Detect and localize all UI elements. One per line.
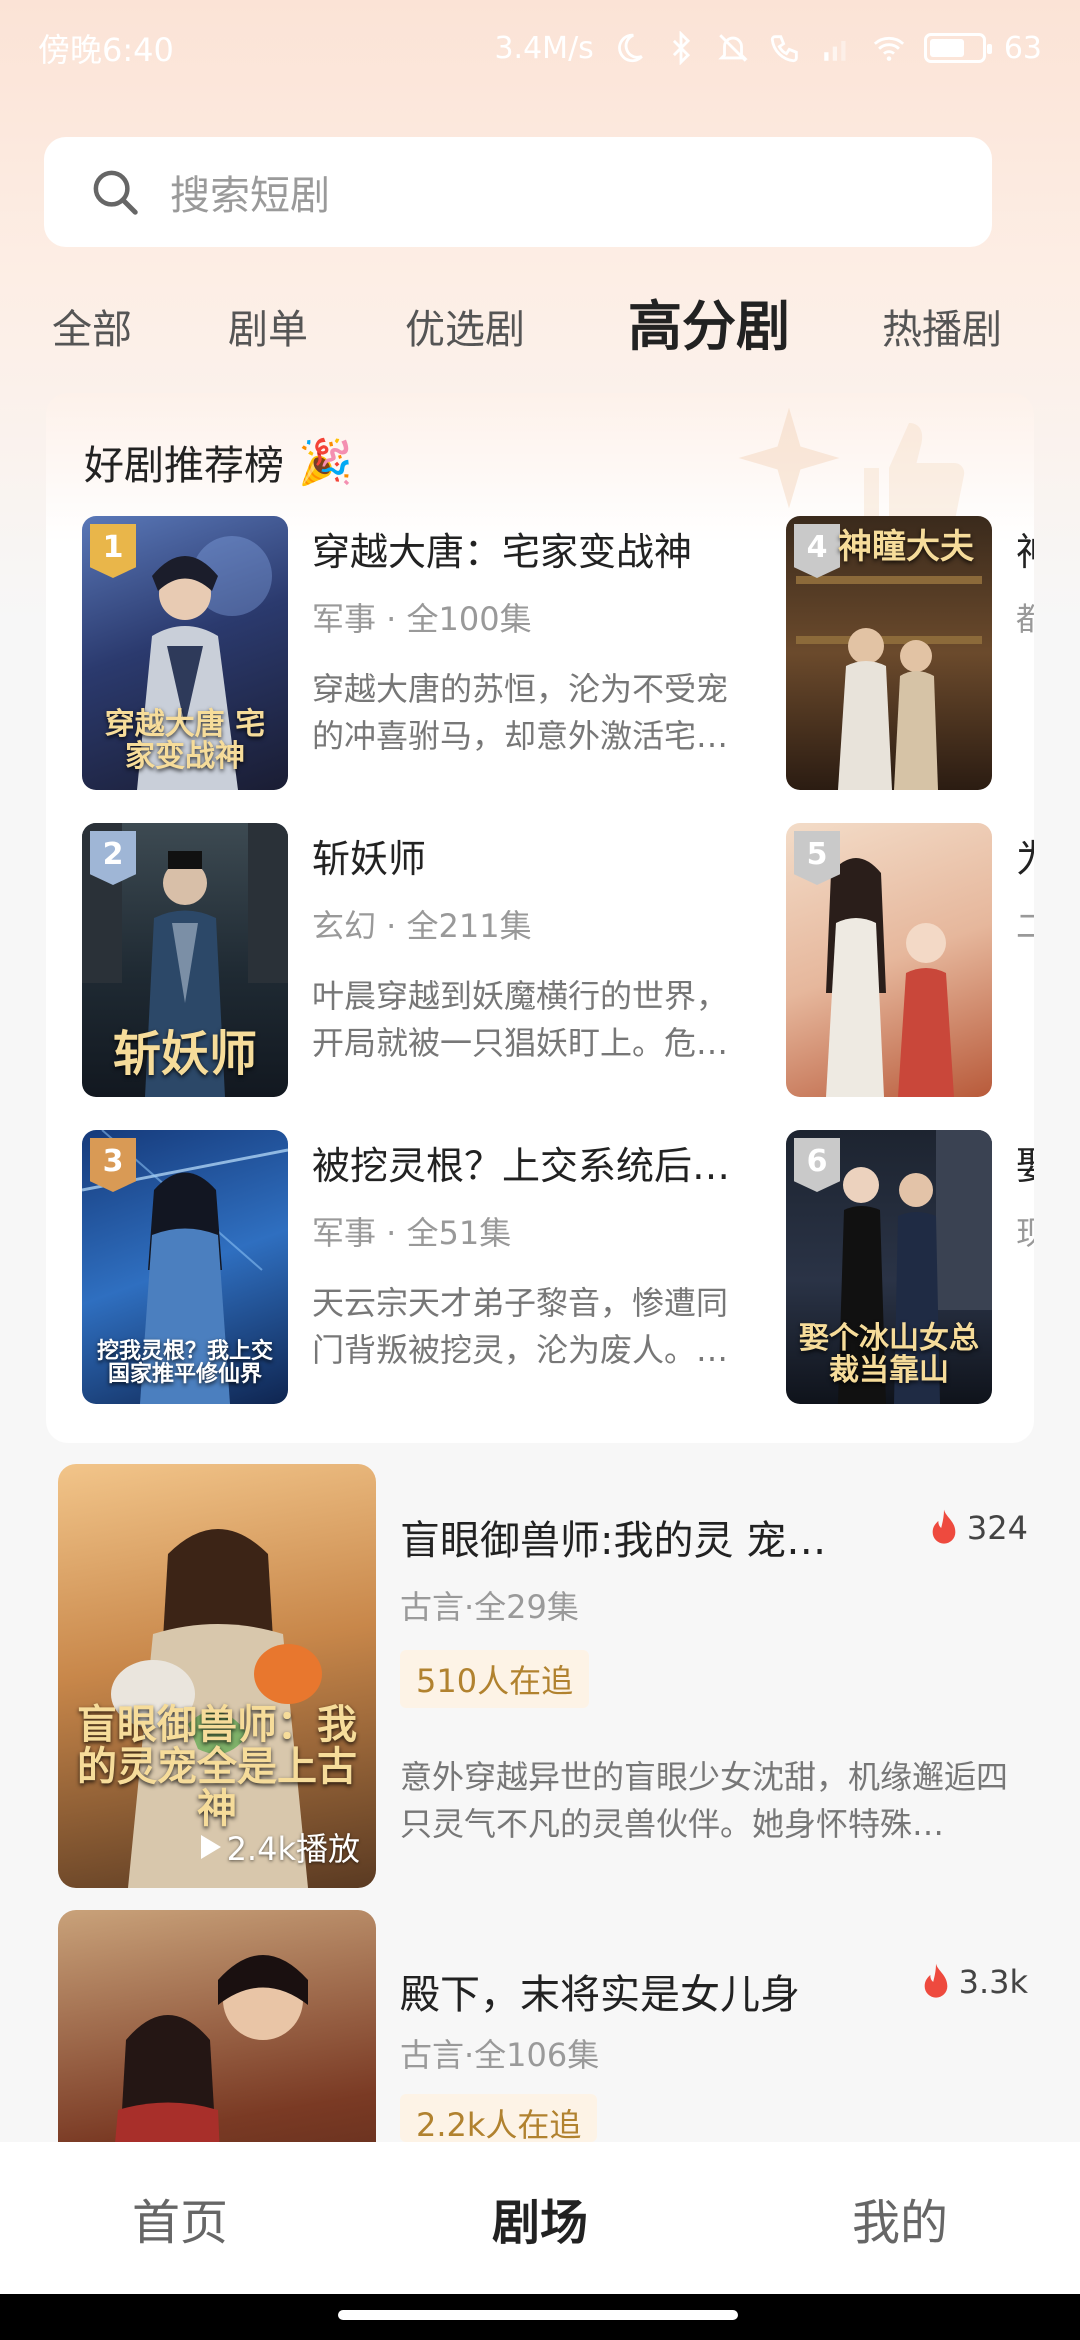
drama-desc-2: 叶晨穿越到妖魔横行的世界，开局就被一只猖妖盯上。危…	[312, 977, 729, 1062]
drama-cover-2[interactable]: 2 斩妖师	[82, 823, 288, 1097]
drama-desc-1: 穿越大唐的苏恒，沦为不受宠的冲喜驸马，却意外激活宅…	[312, 670, 729, 755]
drama-meta-6: 现	[1016, 1214, 1034, 1252]
ranking-title: 好剧推荐榜 🎉	[84, 433, 353, 491]
drama-meta-4: 都	[1016, 600, 1034, 638]
drama-name-3: 被挖灵根？上交系统后…	[312, 1144, 731, 1188]
drama-meta-3: 军事 · 全51集	[312, 1214, 512, 1252]
rank-info-1[interactable]: 穿越大唐：宅家变战神 军事 · 全100集 穿越大唐的苏恒，沦为不受宠的冲喜驸马…	[312, 521, 742, 760]
cover-title-1: 穿越大唐 宅家变战神	[104, 707, 266, 774]
mute-icon	[718, 34, 748, 62]
bluetooth-icon	[672, 31, 690, 65]
status-time: 傍晚6:40	[38, 31, 174, 69]
wifi-icon	[873, 36, 904, 61]
search-bar[interactable]: 搜索短剧	[44, 137, 992, 247]
rank-info-2[interactable]: 斩妖师 玄幻 · 全211集 叶晨穿越到妖魔横行的世界，开局就被一只猖妖盯上。危…	[312, 828, 742, 1067]
ranking-card: 好剧推荐榜 🎉 1 穿越大唐 宅家变战神 穿越大唐：宅家变战神 军事 · 全10…	[46, 393, 1034, 1443]
battery-level: 63	[1003, 30, 1042, 66]
feed-item-2[interactable]: 殿下，末将实是女儿身 3.3k 古言·全106集 2.2k人在追	[58, 1910, 1028, 2334]
drama-desc-3: 天云宗天才弟子黎音，惨遭同门背叛被挖灵，沦为废人。…	[312, 1284, 729, 1369]
drama-name-1: 穿越大唐：宅家变战神	[312, 530, 693, 574]
status-icons: 3.4M/s 63	[494, 31, 1042, 66]
hot-score-text-1: 324	[966, 1509, 1028, 1547]
rank-info-6[interactable]: 娶 现	[1016, 1135, 1034, 1255]
category-tabs: 全部 剧单 优选剧 高分剧 热播剧	[0, 285, 1080, 365]
feed-item-1[interactable]: 盲眼御兽师：我的灵宠全是上古神 2.4k播放 盲眼御兽师:我的灵 宠… 324 …	[58, 1464, 1028, 1888]
tab-playlist[interactable]: 剧单	[228, 297, 308, 355]
drama-name-5: 为	[1016, 828, 1034, 883]
drama-name-6: 娶	[1016, 1135, 1034, 1190]
ranking-title-text: 好剧推荐榜	[84, 443, 284, 489]
party-popper-icon: 🎉	[298, 437, 353, 488]
rank-badge-6: 6	[794, 1138, 840, 1192]
cover-title-4: 神瞳大夫	[838, 527, 974, 567]
feed-title-2: 殿下，末将实是女儿身	[400, 1972, 800, 2018]
cover-title-3: 挖我灵根？我上交国家推平修仙界	[96, 1337, 273, 1387]
rank-info-3[interactable]: 被挖灵根？上交系统后… 军事 · 全51集 天云宗天才弟子黎音，惨遭同门背叛被挖…	[312, 1135, 742, 1374]
bottom-nav: 首页 剧场 我的	[0, 2142, 1080, 2294]
call-icon	[770, 35, 798, 63]
play-icon	[200, 1835, 221, 1859]
moon-icon	[617, 33, 643, 63]
follow-count-tag-1: 510人在追	[400, 1650, 590, 1708]
hot-score-text-2: 3.3k	[958, 1963, 1028, 2001]
cover-title-6: 娶个冰山女总裁当靠山	[799, 1321, 979, 1388]
feed-cover-title-1: 盲眼御兽师：我的灵宠全是上古神	[77, 1701, 357, 1832]
drama-name-4: 神	[1016, 521, 1034, 576]
drama-meta-1: 军事 · 全100集	[312, 600, 532, 638]
network-speed: 3.4M/s	[494, 30, 594, 66]
rank-badge-2: 2	[90, 831, 136, 885]
nav-theater[interactable]: 剧场	[360, 2142, 720, 2294]
drama-cover-3[interactable]: 3 挖我灵根？我上交国家推平修仙界	[82, 1130, 288, 1404]
drama-cover-6[interactable]: 6 娶个冰山女总裁当靠山	[786, 1130, 992, 1404]
rank-info-4[interactable]: 神 都	[1016, 521, 1034, 641]
play-count-text-1: 2.4k播放	[226, 1830, 360, 1868]
nav-mine[interactable]: 我的	[720, 2142, 1080, 2294]
hot-score-2: 3.3k	[919, 1962, 1028, 2002]
fire-icon	[924, 1963, 947, 1998]
nav-home[interactable]: 首页	[0, 2142, 360, 2294]
cover-title-2: 斩妖师	[112, 1025, 257, 1082]
feed-cover-1[interactable]: 盲眼御兽师：我的灵宠全是上古神 2.4k播放	[58, 1464, 376, 1888]
star-decoration-icon	[738, 407, 840, 509]
feed-meta-2: 古言·全106集	[400, 2036, 600, 2074]
tab-hot[interactable]: 热播剧	[882, 297, 1002, 355]
feed-title-1: 盲眼御兽师:我的灵 宠…	[400, 1518, 827, 1564]
fire-icon	[932, 1509, 956, 1544]
drama-cover-5[interactable]: 5	[786, 823, 992, 1097]
drama-cover-4[interactable]: 4 神瞳大夫	[786, 516, 992, 790]
feed-desc-1: 意外穿越异世的盲眼少女沈甜，机缘邂逅四只灵气不凡的灵兽伙伴。她身怀特殊…	[400, 1758, 1009, 1843]
rank-badge-1: 1	[90, 524, 136, 578]
rank-badge-5: 5	[794, 831, 840, 885]
rank-info-5[interactable]: 为 二	[1016, 828, 1034, 948]
tab-selected[interactable]: 优选剧	[405, 297, 525, 355]
rank-badge-3: 3	[90, 1138, 136, 1192]
drama-cover-1[interactable]: 1 穿越大唐 宅家变战神	[82, 516, 288, 790]
feed-meta-1: 古言·全29集	[400, 1588, 579, 1626]
follow-count-tag-2: 2.2k人在追	[400, 2094, 598, 2142]
search-placeholder: 搜索短剧	[170, 173, 330, 219]
status-bar: 傍晚6:40 3.4M/s 63	[0, 0, 1080, 96]
tab-high-score[interactable]: 高分剧	[628, 282, 790, 361]
tab-all[interactable]: 全部	[52, 297, 132, 355]
signal-icon	[824, 40, 846, 61]
play-count-1: 2.4k播放	[200, 1824, 360, 1870]
home-indicator[interactable]	[338, 2310, 738, 2320]
battery-icon	[923, 33, 992, 63]
drama-name-2: 斩妖师	[312, 837, 427, 881]
search-icon	[93, 170, 138, 215]
hot-score-1: 324	[927, 1508, 1028, 1548]
drama-meta-5: 二	[1016, 907, 1034, 945]
drama-meta-2: 玄幻 · 全211集	[312, 907, 532, 945]
